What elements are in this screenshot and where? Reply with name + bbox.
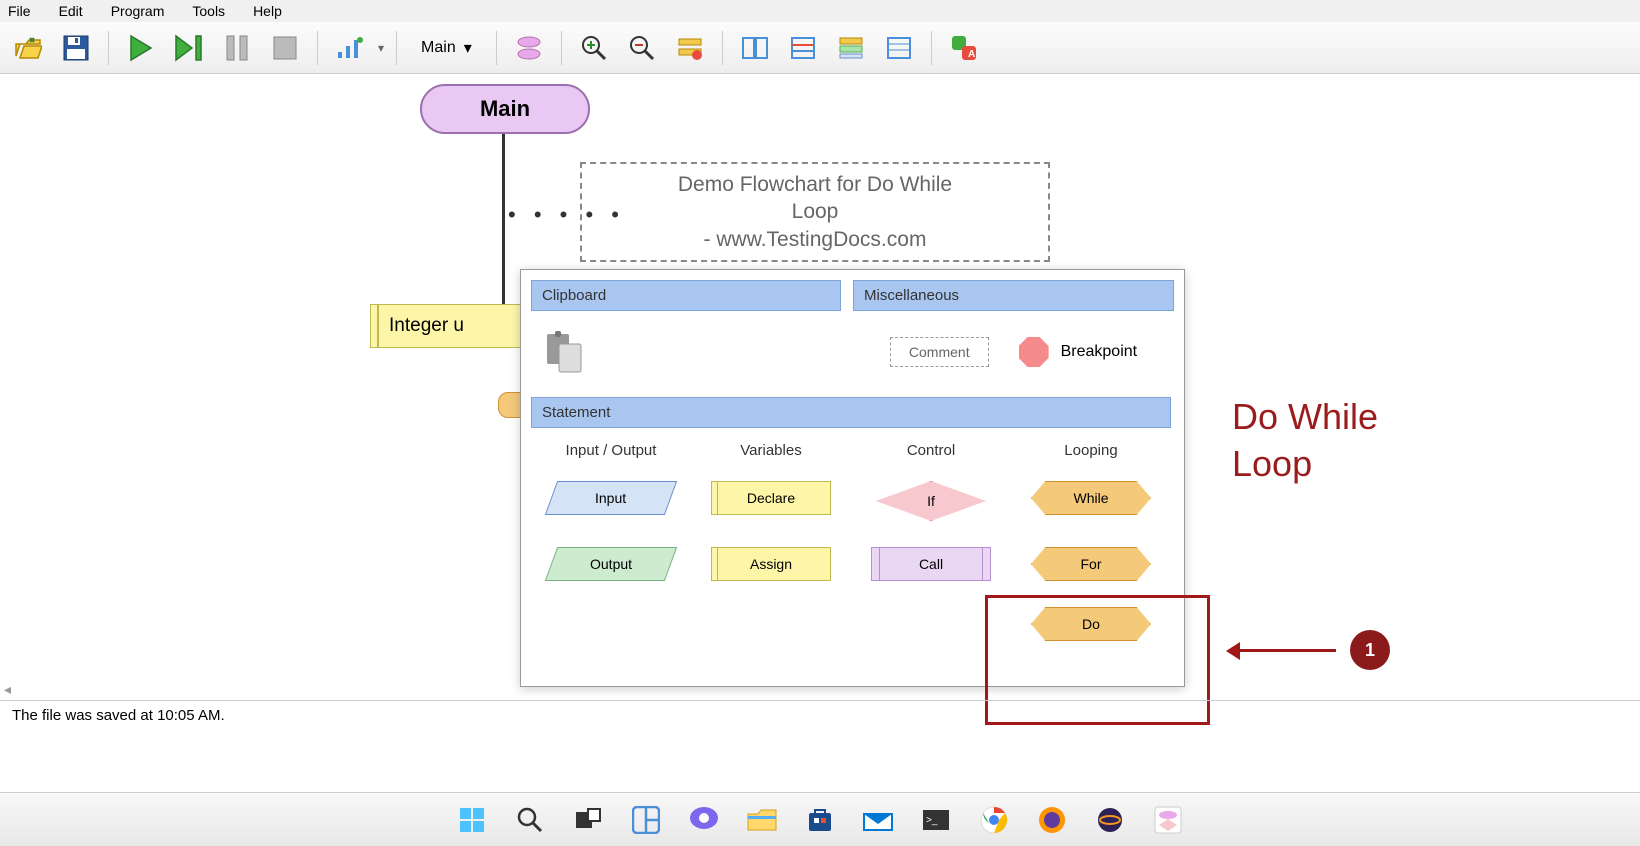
run-button[interactable] xyxy=(121,28,161,68)
svg-text:>_: >_ xyxy=(926,815,938,826)
start-button[interactable] xyxy=(454,802,490,838)
octagon-icon xyxy=(1019,337,1049,367)
status-bar: The file was saved at 10:05 AM. xyxy=(0,700,1640,730)
col-ctrl: Control xyxy=(851,442,1011,459)
input-shape-option[interactable]: Input xyxy=(545,481,677,515)
layout3-button[interactable] xyxy=(831,28,871,68)
canvas[interactable]: Main • • • • • Demo Flowchart for Do Whi… xyxy=(0,74,1640,694)
clipboard-header: Clipboard xyxy=(531,280,841,311)
step-button[interactable] xyxy=(169,28,209,68)
open-button[interactable] xyxy=(8,28,48,68)
menu-program[interactable]: Program xyxy=(111,3,165,19)
toolbar: ▾ Main ▾ A xyxy=(0,22,1640,74)
scope-dropdown[interactable]: Main ▾ xyxy=(409,38,484,58)
scroll-left-icon[interactable]: ◂ xyxy=(4,681,11,698)
assign-shape-option[interactable]: Assign xyxy=(711,547,831,581)
col-loop: Looping xyxy=(1011,442,1171,459)
menu-edit[interactable]: Edit xyxy=(59,3,83,19)
zoom-out-button[interactable] xyxy=(622,28,662,68)
comment-line2: Loop xyxy=(792,198,839,225)
col-vars: Variables xyxy=(691,442,851,459)
while-shape-option[interactable]: While xyxy=(1031,481,1151,515)
pause-button[interactable] xyxy=(217,28,257,68)
search-icon[interactable] xyxy=(512,802,548,838)
terminal-icon[interactable]: >_ xyxy=(918,802,954,838)
layout1-button[interactable] xyxy=(735,28,775,68)
call-shape-option[interactable]: Call xyxy=(871,547,991,581)
partial-shape xyxy=(498,392,522,418)
annotation-title: Do WhileLoop xyxy=(1232,394,1378,488)
layout4-button[interactable] xyxy=(879,28,919,68)
declare-shape[interactable]: Integer u xyxy=(370,304,528,348)
firefox-icon[interactable] xyxy=(1034,802,1070,838)
comment-option[interactable]: Comment xyxy=(890,337,989,367)
col-io: Input / Output xyxy=(531,442,691,459)
clipboard-area xyxy=(531,330,841,374)
taskbar: >_ xyxy=(0,792,1640,846)
store-icon[interactable] xyxy=(802,802,838,838)
speed-button[interactable] xyxy=(330,28,370,68)
explorer-icon[interactable] xyxy=(744,802,780,838)
menu-bar: File Edit Program Tools Help xyxy=(0,0,1640,22)
flowgorithm-icon[interactable] xyxy=(1150,802,1186,838)
annotation-arrow xyxy=(1226,640,1336,660)
connector-line xyxy=(502,134,505,304)
chat-icon[interactable] xyxy=(686,802,722,838)
zoom-in-button[interactable] xyxy=(574,28,614,68)
for-shape-option[interactable]: For xyxy=(1031,547,1151,581)
translate-button[interactable]: A xyxy=(944,28,984,68)
main-terminal-shape[interactable]: Main xyxy=(420,84,590,134)
menu-tools[interactable]: Tools xyxy=(192,3,225,19)
widgets-icon[interactable] xyxy=(628,802,664,838)
save-button[interactable] xyxy=(56,28,96,68)
statement-header: Statement xyxy=(531,397,1171,428)
menu-help[interactable]: Help xyxy=(253,3,282,19)
annotation-number: 1 xyxy=(1350,630,1390,670)
svg-text:A: A xyxy=(968,49,975,60)
comment-line3: - www.TestingDocs.com xyxy=(704,226,927,253)
comment-line1: Demo Flowchart for Do While xyxy=(678,171,952,198)
insert-shape-menu: Clipboard Miscellaneous Comment Breakpoi… xyxy=(520,269,1185,687)
shapes-button[interactable] xyxy=(509,28,549,68)
breakpoint-label: Breakpoint xyxy=(1061,343,1138,361)
stop-button[interactable] xyxy=(265,28,305,68)
comment-shape-option: Comment xyxy=(890,337,989,367)
breakpoint-option[interactable]: Breakpoint xyxy=(1019,337,1138,367)
declare-shape-option[interactable]: Declare xyxy=(711,481,831,515)
declare-label: Integer u xyxy=(389,315,464,337)
menu-file[interactable]: File xyxy=(8,3,31,19)
output-shape-option[interactable]: Output xyxy=(545,547,677,581)
paste-icon[interactable] xyxy=(543,330,587,374)
comment-shape[interactable]: Demo Flowchart for Do While Loop - www.T… xyxy=(580,162,1050,262)
main-terminal-label: Main xyxy=(480,96,530,122)
layout2-button[interactable] xyxy=(783,28,823,68)
chevron-down-icon: ▾ xyxy=(464,38,472,58)
if-shape-option[interactable]: If xyxy=(876,481,986,521)
status-text: The file was saved at 10:05 AM. xyxy=(12,707,225,724)
taskview-icon[interactable] xyxy=(570,802,606,838)
zoom-fit-button[interactable] xyxy=(670,28,710,68)
chrome-icon[interactable] xyxy=(976,802,1012,838)
scope-label: Main xyxy=(421,39,456,57)
misc-header: Miscellaneous xyxy=(853,280,1174,311)
eclipse-icon[interactable] xyxy=(1092,802,1128,838)
mail-icon[interactable] xyxy=(860,802,896,838)
